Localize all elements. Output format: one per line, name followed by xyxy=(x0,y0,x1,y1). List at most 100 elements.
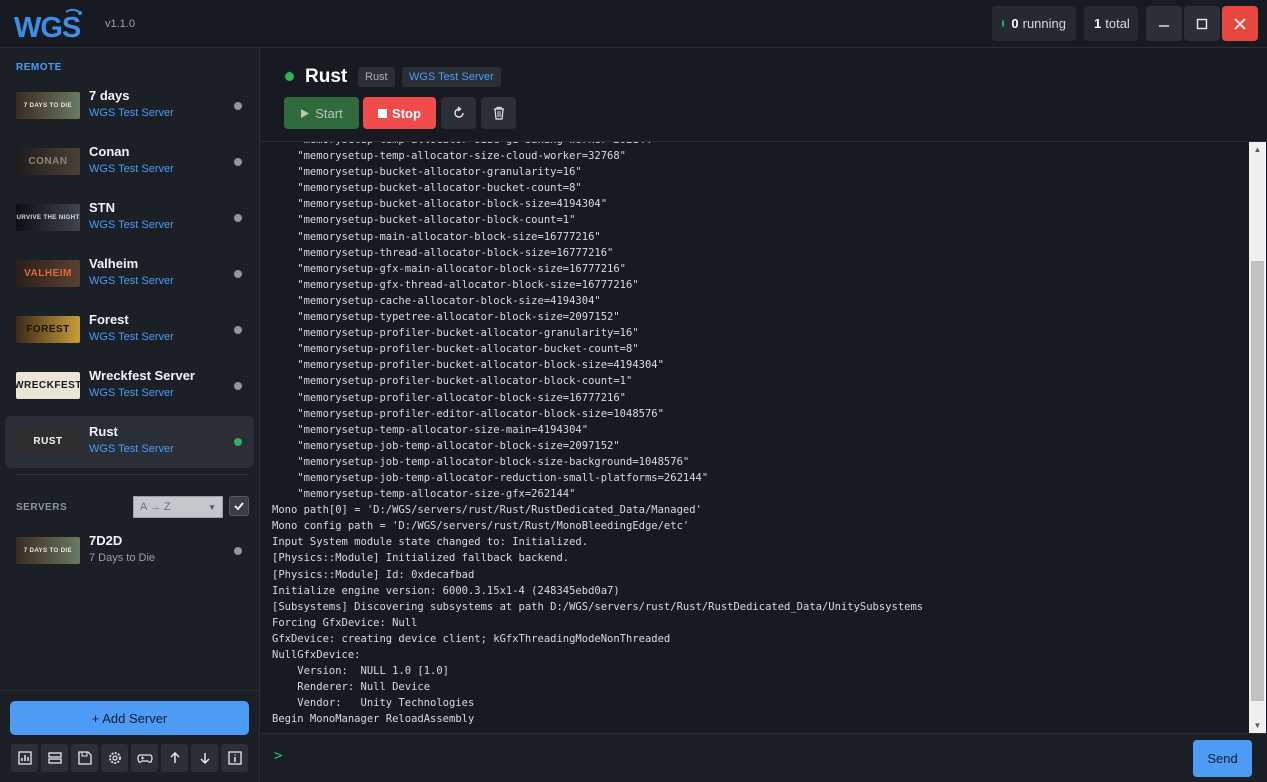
send-button[interactable]: Send xyxy=(1193,740,1252,777)
gamepad-tool-button[interactable] xyxy=(131,744,158,772)
server-thumbnail: 7 DAYS TO DIE xyxy=(16,92,80,119)
server-thumbnail: RUST xyxy=(16,428,80,455)
sort-select[interactable]: A → Z ▼ xyxy=(133,496,223,518)
server-status-dot xyxy=(234,438,242,446)
server-status-dot xyxy=(234,102,242,110)
settings-icon xyxy=(108,752,121,764)
close-icon xyxy=(1234,17,1246,30)
console-output[interactable]: "memorysetup-temp-allocator-size-gi-baki… xyxy=(261,141,1267,733)
server-name: 7D2D xyxy=(89,533,123,548)
console-scrollbar[interactable]: ▲ ▼ xyxy=(1249,142,1266,733)
total-count-badge: 1 total xyxy=(1084,6,1138,41)
info-tool-button[interactable] xyxy=(221,744,248,772)
clear-console-button[interactable] xyxy=(481,97,516,129)
running-count-badge: 0 running xyxy=(992,6,1076,41)
server-subtitle: WGS Test Server xyxy=(89,443,174,455)
server-thumbnail-label: CONAN xyxy=(28,156,68,167)
minimize-icon xyxy=(1159,24,1169,27)
start-button[interactable]: Start xyxy=(284,97,359,129)
remote-server-item[interactable]: FOREST Forest WGS Test Server xyxy=(5,304,254,356)
minimize-button[interactable] xyxy=(1146,6,1182,41)
info-icon xyxy=(227,751,242,765)
settings-tool-button[interactable] xyxy=(101,744,128,772)
server-thumbnail: WRECKFEST xyxy=(16,372,80,399)
sidebar-footer: + Add Server xyxy=(0,690,260,782)
chevron-down-icon: ▼ xyxy=(208,502,216,512)
total-count: 1 xyxy=(1094,16,1102,31)
save-tool-button[interactable] xyxy=(71,744,98,772)
restart-button[interactable] xyxy=(441,97,476,129)
server-subtitle: WGS Test Server xyxy=(89,107,174,119)
running-status-dot xyxy=(1002,20,1005,27)
remote-server-item[interactable]: 7 DAYS TO DIE 7 days WGS Test Server xyxy=(5,80,254,132)
restart-icon xyxy=(453,106,464,118)
running-count: 0 xyxy=(1011,16,1019,31)
server-thumbnail: SURVIVE THE NIGHTS xyxy=(16,204,80,231)
download-tool-button[interactable] xyxy=(191,744,218,772)
command-input[interactable] xyxy=(291,744,1181,772)
server-status-dot xyxy=(234,158,242,166)
host-tag: WGS Test Server xyxy=(402,67,501,87)
remote-server-item[interactable]: CONAN Conan WGS Test Server xyxy=(5,136,254,188)
server-name: 7 days xyxy=(89,88,130,103)
server-name: STN xyxy=(89,200,115,215)
trash-icon xyxy=(493,106,504,120)
stop-icon xyxy=(378,108,388,118)
server-tool-button[interactable] xyxy=(41,744,68,772)
download-icon xyxy=(199,753,210,765)
main-panel: Rust Rust WGS Test Server Start Stop "me… xyxy=(261,48,1267,782)
server-title: Rust xyxy=(305,66,348,87)
server-status-dot xyxy=(234,547,242,555)
select-all-checkbox[interactable] xyxy=(229,496,249,516)
total-label: total xyxy=(1105,16,1130,31)
remote-server-item[interactable]: WRECKFEST Wreckfest Server WGS Test Server xyxy=(5,360,254,412)
game-tag: Rust xyxy=(358,67,395,87)
server-subtitle: WGS Test Server xyxy=(89,163,174,175)
server-thumbnail-label: 7 DAYS TO DIE xyxy=(23,547,73,554)
add-server-button[interactable]: + Add Server xyxy=(10,701,249,735)
server-thumbnail: CONAN xyxy=(16,148,80,175)
upload-tool-button[interactable] xyxy=(161,744,188,772)
svg-text:WGS: WGS xyxy=(14,12,81,42)
remote-section-label: REMOTE xyxy=(16,62,62,73)
maximize-button[interactable] xyxy=(1184,6,1220,41)
close-button[interactable] xyxy=(1222,6,1258,41)
running-label: running xyxy=(1022,16,1066,31)
server-thumbnail-label: RUST xyxy=(33,436,63,447)
scroll-up-icon[interactable]: ▲ xyxy=(1249,142,1266,156)
server-thumbnail: FOREST xyxy=(16,316,80,343)
server-status-dot xyxy=(234,382,242,390)
server-status-dot xyxy=(234,326,242,334)
server-thumbnail-label: 7 DAYS TO DIE xyxy=(23,102,73,109)
upload-icon xyxy=(169,751,180,763)
dashboard-tool-button[interactable] xyxy=(11,744,38,772)
server-name: Conan xyxy=(89,144,130,159)
server-name: Forest xyxy=(89,312,129,327)
remote-server-item[interactable]: VALHEIM Valheim WGS Test Server xyxy=(5,248,254,300)
stop-button[interactable]: Stop xyxy=(363,97,436,129)
gamepad-icon xyxy=(136,754,153,763)
scrollbar-thumb[interactable] xyxy=(1251,261,1264,701)
maximize-icon xyxy=(1196,18,1208,29)
server-thumbnail-label: WRECKFEST xyxy=(16,380,80,391)
local-server-item[interactable]: 7 DAYS TO DIE 7D2D 7 Days to Die xyxy=(5,525,254,577)
server-icon xyxy=(47,752,62,764)
remote-server-item[interactable]: RUST Rust WGS Test Server xyxy=(5,416,254,468)
console-log: "memorysetup-temp-allocator-size-gi-baki… xyxy=(272,142,924,726)
server-subtitle: WGS Test Server xyxy=(89,387,174,399)
server-thumbnail-label: VALHEIM xyxy=(24,268,72,279)
server-status-dot xyxy=(285,72,294,81)
save-icon xyxy=(77,751,92,765)
server-name: Valheim xyxy=(89,256,139,271)
server-thumbnail: 7 DAYS TO DIE xyxy=(16,537,80,564)
app-version: v1.1.0 xyxy=(105,18,135,30)
dashboard-icon xyxy=(17,751,32,765)
sort-select-value: A → Z xyxy=(140,501,171,513)
remote-server-item[interactable]: SURVIVE THE NIGHTS STN WGS Test Server xyxy=(5,192,254,244)
scroll-down-icon[interactable]: ▼ xyxy=(1249,718,1266,732)
server-thumbnail-label: SURVIVE THE NIGHTS xyxy=(16,214,80,221)
app-logo: WGS xyxy=(14,8,82,42)
servers-section-label: SERVERS xyxy=(16,502,68,513)
stop-button-label: Stop xyxy=(392,105,421,121)
server-status-dot xyxy=(234,214,242,222)
